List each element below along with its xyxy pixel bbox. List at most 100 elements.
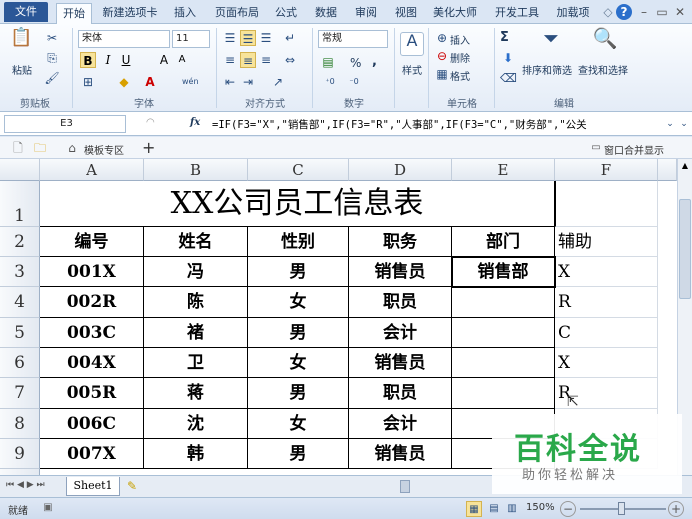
table-cell[interactable]: 002R <box>40 287 144 318</box>
tab-formulas[interactable]: 公式 <box>270 3 302 24</box>
table-cell[interactable]: 005R <box>40 378 144 409</box>
aux-cell[interactable]: R <box>555 287 658 318</box>
sheet-nav-arrows-icon[interactable]: ⏮ ◀ ▶ ⏭ <box>6 480 45 490</box>
aux-header-cell[interactable]: 辅助 <box>555 227 658 257</box>
header-cell[interactable]: 职务 <box>349 227 452 257</box>
delete-cells-button[interactable]: 删除 <box>450 50 470 65</box>
comma-button[interactable]: , <box>372 54 377 69</box>
italic-button[interactable]: I <box>100 52 116 68</box>
table-cell[interactable]: 职员 <box>349 287 452 318</box>
bold-button[interactable]: B <box>80 52 96 68</box>
name-box[interactable]: E3 <box>4 115 126 133</box>
percent-button[interactable]: % <box>350 56 361 70</box>
header-cell[interactable]: 姓名 <box>144 227 248 257</box>
help-icon[interactable]: ? <box>616 4 632 20</box>
header-cell[interactable]: 编号 <box>40 227 144 257</box>
insert-cells-button[interactable]: 插入 <box>450 32 470 47</box>
table-cell[interactable]: 销售员 <box>349 257 452 287</box>
table-cell[interactable]: 004X <box>40 348 144 378</box>
close-icon[interactable]: ✕ <box>672 4 688 20</box>
tab-data[interactable]: 数据 <box>310 3 342 24</box>
formula-input[interactable]: =IF(F3="X","销售部",IF(F3="R","人事部",IF(F3="… <box>212 117 662 132</box>
template-zone-tab[interactable]: 模板专区 <box>84 142 124 157</box>
table-cell[interactable]: 职员 <box>349 378 452 409</box>
format-cells-icon[interactable]: ▦ <box>434 66 450 82</box>
tab-insert[interactable]: 插入 <box>168 3 202 24</box>
tab-file[interactable]: 文件 <box>4 2 48 22</box>
paste-label[interactable]: 粘贴 <box>12 62 32 77</box>
styles-button[interactable]: 样式 <box>402 62 422 77</box>
table-cell[interactable]: 男 <box>248 439 349 469</box>
formula-scroll-icon[interactable]: ⌄ <box>676 116 692 132</box>
tab-page-layout[interactable]: 页面布局 <box>210 3 264 24</box>
paste-icon[interactable]: 📋 <box>10 29 32 54</box>
sheet-tab-sheet1[interactable]: Sheet1 <box>66 477 120 496</box>
row-header[interactable]: 1 <box>0 181 40 227</box>
row-header[interactable]: 6 <box>0 348 40 378</box>
tab-review[interactable]: 审阅 <box>350 3 382 24</box>
table-cell[interactable]: 男 <box>248 378 349 409</box>
table-cell[interactable]: 冯 <box>144 257 248 287</box>
font-size-select[interactable]: 11 <box>172 30 210 48</box>
insert-cells-icon[interactable]: ⊕ <box>434 30 450 46</box>
row-header[interactable]: 3 <box>0 257 40 287</box>
row-header[interactable]: 4 <box>0 287 40 318</box>
border-icon[interactable]: ⊞ <box>80 74 96 90</box>
styles-icon[interactable]: A <box>400 32 424 56</box>
column-header[interactable]: F <box>555 159 658 181</box>
table-cell[interactable]: 男 <box>248 257 349 287</box>
column-header[interactable]: E <box>452 159 555 181</box>
grow-font-button[interactable]: A <box>156 52 172 68</box>
zoom-level[interactable]: 150% <box>526 502 555 513</box>
tab-home[interactable]: 开始 <box>56 3 92 24</box>
table-cell[interactable] <box>452 287 555 318</box>
format-cells-button[interactable]: 格式 <box>450 68 470 83</box>
header-cell[interactable]: 性别 <box>248 227 349 257</box>
header-cell[interactable]: 部门 <box>452 227 555 257</box>
align-top-icon[interactable]: ☰ <box>222 30 238 46</box>
ribbon-collapse-icon[interactable]: ◇ <box>600 4 616 20</box>
shrink-font-button[interactable]: A <box>174 52 190 68</box>
table-cell[interactable]: 销售员 <box>349 348 452 378</box>
sort-filter-button[interactable]: 排序和筛选 <box>522 62 572 77</box>
clear-icon[interactable]: ⌫ <box>500 70 517 86</box>
decrease-decimal-icon[interactable]: ⁻0 <box>346 74 362 90</box>
new-doc-icon[interactable]: 🗋 <box>10 140 26 156</box>
column-header[interactable]: D <box>349 159 452 181</box>
tab-beautify[interactable]: 美化大师 <box>428 3 482 24</box>
macro-record-icon[interactable]: ▣ <box>40 500 56 516</box>
wrap-text-icon[interactable]: ↵ <box>282 30 298 46</box>
table-cell[interactable]: 沈 <box>144 409 248 439</box>
increase-decimal-icon[interactable]: ⁺0 <box>322 74 338 90</box>
expand-name-box-icon[interactable]: ◠ <box>146 117 155 128</box>
window-merge-icon[interactable]: ▭ <box>588 140 604 156</box>
aux-cell[interactable]: X <box>555 257 658 287</box>
table-cell[interactable]: 韩 <box>144 439 248 469</box>
row-header[interactable]: 2 <box>0 227 40 257</box>
underline-button[interactable]: U <box>118 52 134 68</box>
table-cell[interactable]: 006C <box>40 409 144 439</box>
zoom-out-icon[interactable]: − <box>560 501 576 517</box>
row-header[interactable]: 9 <box>0 439 40 469</box>
tab-view[interactable]: 视图 <box>390 3 422 24</box>
aux-cell[interactable]: C <box>555 318 658 348</box>
table-cell[interactable]: 会计 <box>349 409 452 439</box>
table-cell[interactable]: 蒋 <box>144 378 248 409</box>
phonetic-button[interactable]: wén <box>182 74 199 90</box>
row-header[interactable]: 5 <box>0 318 40 348</box>
select-all-corner[interactable] <box>0 159 40 181</box>
align-left-icon[interactable]: ≡ <box>222 52 238 68</box>
home-icon[interactable]: ⌂ <box>64 140 80 156</box>
table-cell[interactable]: 女 <box>248 287 349 318</box>
align-bottom-icon[interactable]: ☰ <box>258 30 274 46</box>
currency-icon[interactable]: ▤ <box>320 54 336 70</box>
table-cell[interactable]: 男 <box>248 318 349 348</box>
table-cell[interactable]: 会计 <box>349 318 452 348</box>
column-header[interactable]: A <box>40 159 144 181</box>
copy-icon[interactable]: ⎘ <box>44 50 60 66</box>
aux-cell[interactable]: X <box>555 348 658 378</box>
tab-developer[interactable]: 开发工具 <box>490 3 544 24</box>
column-header[interactable]: C <box>248 159 349 181</box>
align-middle-icon[interactable]: ☰ <box>240 30 256 46</box>
delete-cells-icon[interactable]: ⊖ <box>434 48 450 64</box>
